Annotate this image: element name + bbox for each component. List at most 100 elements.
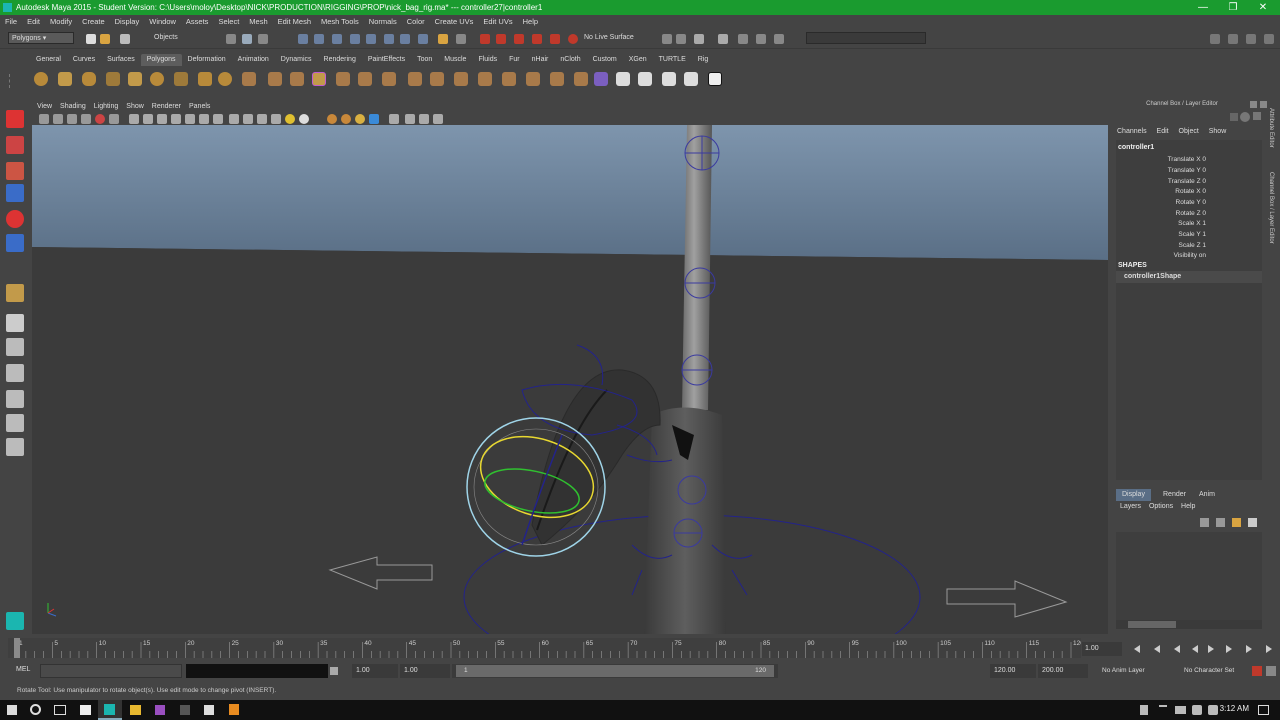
vlc-icon[interactable] bbox=[229, 704, 239, 715]
select-by-hierarchy-icon[interactable] bbox=[226, 34, 236, 44]
select-camera-icon[interactable] bbox=[39, 114, 49, 124]
tray-expand-icon[interactable] bbox=[1159, 705, 1167, 713]
shadows-icon[interactable] bbox=[299, 114, 309, 124]
menu-create[interactable]: Create bbox=[77, 15, 110, 29]
uv-texture-editor-icon[interactable] bbox=[708, 72, 722, 86]
range-slider-handle[interactable]: 1 120 bbox=[456, 665, 774, 677]
render-settings-icon[interactable] bbox=[718, 34, 728, 44]
current-frame-field[interactable]: 1.00 bbox=[1082, 642, 1122, 656]
character-set-dropdown[interactable]: No Character Set bbox=[1184, 667, 1234, 674]
make-live-icon[interactable] bbox=[550, 34, 560, 44]
sidebar-toggle-icon[interactable] bbox=[774, 34, 784, 44]
menu-normals[interactable]: Normals bbox=[364, 15, 402, 29]
wireframe-icon[interactable] bbox=[229, 114, 239, 124]
bookmarks-icon[interactable] bbox=[67, 114, 77, 124]
paint-select-tool-icon[interactable] bbox=[6, 162, 24, 180]
playback-start-field[interactable]: 1.00 bbox=[400, 664, 450, 678]
2d-pan-zoom-icon[interactable] bbox=[95, 114, 105, 124]
camera-attributes-icon[interactable] bbox=[53, 114, 63, 124]
persp-outliner-layout-icon[interactable] bbox=[6, 364, 24, 382]
channel-box-icon[interactable] bbox=[1264, 34, 1274, 44]
menu-window[interactable]: Window bbox=[144, 15, 181, 29]
attr-scale-z[interactable]: Scale Z 1 bbox=[1179, 242, 1206, 249]
shelf-tab-deformation[interactable]: Deformation bbox=[182, 54, 232, 66]
menu-modify[interactable]: Modify bbox=[45, 15, 77, 29]
attribute-editor-icon[interactable] bbox=[1246, 34, 1256, 44]
bridge-icon[interactable] bbox=[478, 72, 492, 86]
menu-color[interactable]: Color bbox=[402, 15, 430, 29]
layout-icon[interactable] bbox=[1210, 34, 1220, 44]
options-menu[interactable]: Options bbox=[1149, 503, 1173, 510]
extract-icon[interactable] bbox=[290, 72, 304, 86]
layer-tab-anim[interactable]: Anim bbox=[1195, 489, 1219, 501]
safe-title-icon[interactable] bbox=[213, 114, 223, 124]
shape-node-name[interactable]: controller1Shape bbox=[1116, 271, 1262, 283]
image-plane-icon[interactable] bbox=[81, 114, 91, 124]
menu-assets[interactable]: Assets bbox=[181, 15, 214, 29]
attr-value[interactable]: 0 bbox=[1202, 178, 1206, 185]
range-slider[interactable]: 1 120 bbox=[452, 664, 778, 678]
go-to-end-icon[interactable] bbox=[1266, 645, 1272, 653]
open-scene-icon[interactable] bbox=[100, 34, 110, 44]
current-time-marker[interactable] bbox=[14, 638, 20, 658]
motion-blur-icon[interactable] bbox=[341, 114, 351, 124]
screen-space-ao-icon[interactable] bbox=[327, 114, 337, 124]
snap-to-view-planes-icon[interactable] bbox=[532, 34, 542, 44]
persp-graph-layout-icon[interactable] bbox=[6, 390, 24, 408]
menu-display[interactable]: Display bbox=[110, 15, 145, 29]
film-gate-icon[interactable] bbox=[143, 114, 153, 124]
close-button[interactable]: ✕ bbox=[1248, 0, 1278, 15]
automatic-mapping-icon[interactable] bbox=[684, 72, 698, 86]
layer-tab-render[interactable]: Render bbox=[1159, 489, 1190, 501]
shelf-tab-custom[interactable]: Custom bbox=[587, 54, 623, 66]
maya-taskbar-button[interactable] bbox=[98, 700, 122, 720]
mirror-icon[interactable] bbox=[382, 72, 396, 86]
snap-to-curves-icon[interactable] bbox=[496, 34, 506, 44]
attr-value[interactable]: 0 bbox=[1202, 188, 1206, 195]
lasso-tool-icon[interactable] bbox=[6, 136, 24, 154]
menu-select[interactable]: Select bbox=[213, 15, 244, 29]
bevel-icon[interactable] bbox=[502, 72, 516, 86]
clock[interactable]: 3:12 AM bbox=[1209, 704, 1249, 713]
show-menu[interactable]: Show bbox=[1209, 128, 1227, 135]
save-scene-icon[interactable] bbox=[120, 34, 130, 44]
minimize-button[interactable]: — bbox=[1188, 0, 1218, 15]
attr-scale-x[interactable]: Scale X 1 bbox=[1178, 220, 1206, 227]
poly-pyramid-icon[interactable] bbox=[198, 72, 212, 86]
shelf-tab-ncloth[interactable]: nCloth bbox=[554, 54, 586, 66]
selected-object-name[interactable]: controller1 bbox=[1118, 144, 1154, 151]
smooth-icon[interactable] bbox=[336, 72, 350, 86]
scale-tool-icon[interactable] bbox=[6, 234, 24, 252]
play-backwards-icon[interactable] bbox=[1192, 645, 1198, 653]
attribute-editor-side-tab[interactable]: Attribute Editor bbox=[1268, 108, 1274, 148]
highlight-selection-icon[interactable] bbox=[456, 34, 466, 44]
channel-hyper-icon[interactable] bbox=[1253, 112, 1261, 120]
select-curves-icon[interactable] bbox=[332, 34, 342, 44]
new-empty-layer-icon[interactable] bbox=[1232, 518, 1241, 527]
menu-set-dropdown[interactable]: Polygons ▾ bbox=[8, 32, 74, 44]
single-perspective-layout-icon[interactable] bbox=[6, 314, 24, 332]
safe-action-icon[interactable] bbox=[199, 114, 209, 124]
poly-cube-icon[interactable] bbox=[58, 72, 72, 86]
attr-rotate-x[interactable]: Rotate X 0 bbox=[1175, 188, 1206, 195]
select-handles-icon[interactable] bbox=[298, 34, 308, 44]
menu-file[interactable]: File bbox=[0, 15, 22, 29]
step-back-frame-icon[interactable] bbox=[1174, 645, 1180, 653]
four-view-layout-icon[interactable] bbox=[6, 338, 24, 356]
combine-icon[interactable] bbox=[242, 72, 256, 86]
poly-torus-icon[interactable] bbox=[150, 72, 164, 86]
select-by-object-icon[interactable] bbox=[242, 34, 252, 44]
poly-plane-icon[interactable] bbox=[128, 72, 142, 86]
play-forwards-icon[interactable] bbox=[1208, 645, 1214, 653]
selection-mode-label[interactable]: Objects bbox=[154, 34, 178, 41]
menu-mesh-tools[interactable]: Mesh Tools bbox=[316, 15, 364, 29]
render-view-icon[interactable] bbox=[662, 34, 672, 44]
booleans-icon[interactable] bbox=[312, 72, 326, 86]
restore-button[interactable]: ❐ bbox=[1218, 0, 1248, 15]
channel-box-toggle-icon[interactable] bbox=[1230, 113, 1238, 121]
auto-key-icon[interactable] bbox=[1252, 666, 1262, 676]
wireframe-on-shaded-icon[interactable] bbox=[257, 114, 267, 124]
anim-layer-dropdown[interactable]: No Anim Layer bbox=[1102, 667, 1145, 674]
shelf-tab-turtle[interactable]: TURTLE bbox=[653, 54, 692, 66]
close-panel-icon[interactable] bbox=[1260, 101, 1267, 108]
